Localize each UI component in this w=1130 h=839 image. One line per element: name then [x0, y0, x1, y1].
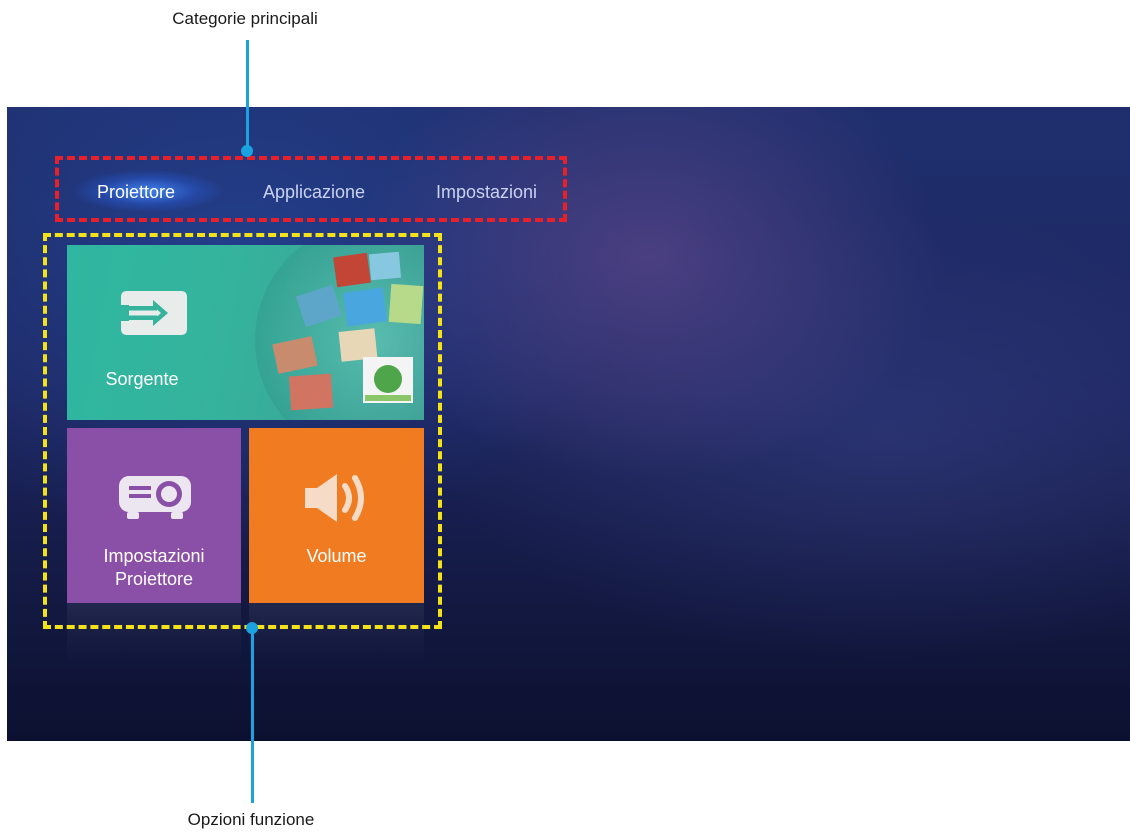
callout-main-categories: Categorie principali — [172, 9, 318, 28]
function-options-highlight-box — [43, 233, 442, 629]
callout-leader-line — [251, 627, 254, 803]
callout-anchor-dot — [246, 622, 258, 634]
callout-leader-line — [246, 40, 249, 148]
tab-applicazione[interactable]: Applicazione — [263, 182, 365, 203]
tab-impostazioni[interactable]: Impostazioni — [436, 182, 537, 203]
projector-home-screen: Proiettore Applicazione Impostazioni Sor… — [7, 107, 1130, 741]
callout-anchor-dot — [241, 145, 253, 157]
tab-proiettore[interactable]: Proiettore — [97, 182, 175, 203]
callout-function-options: Opzioni funzione — [187, 810, 315, 829]
